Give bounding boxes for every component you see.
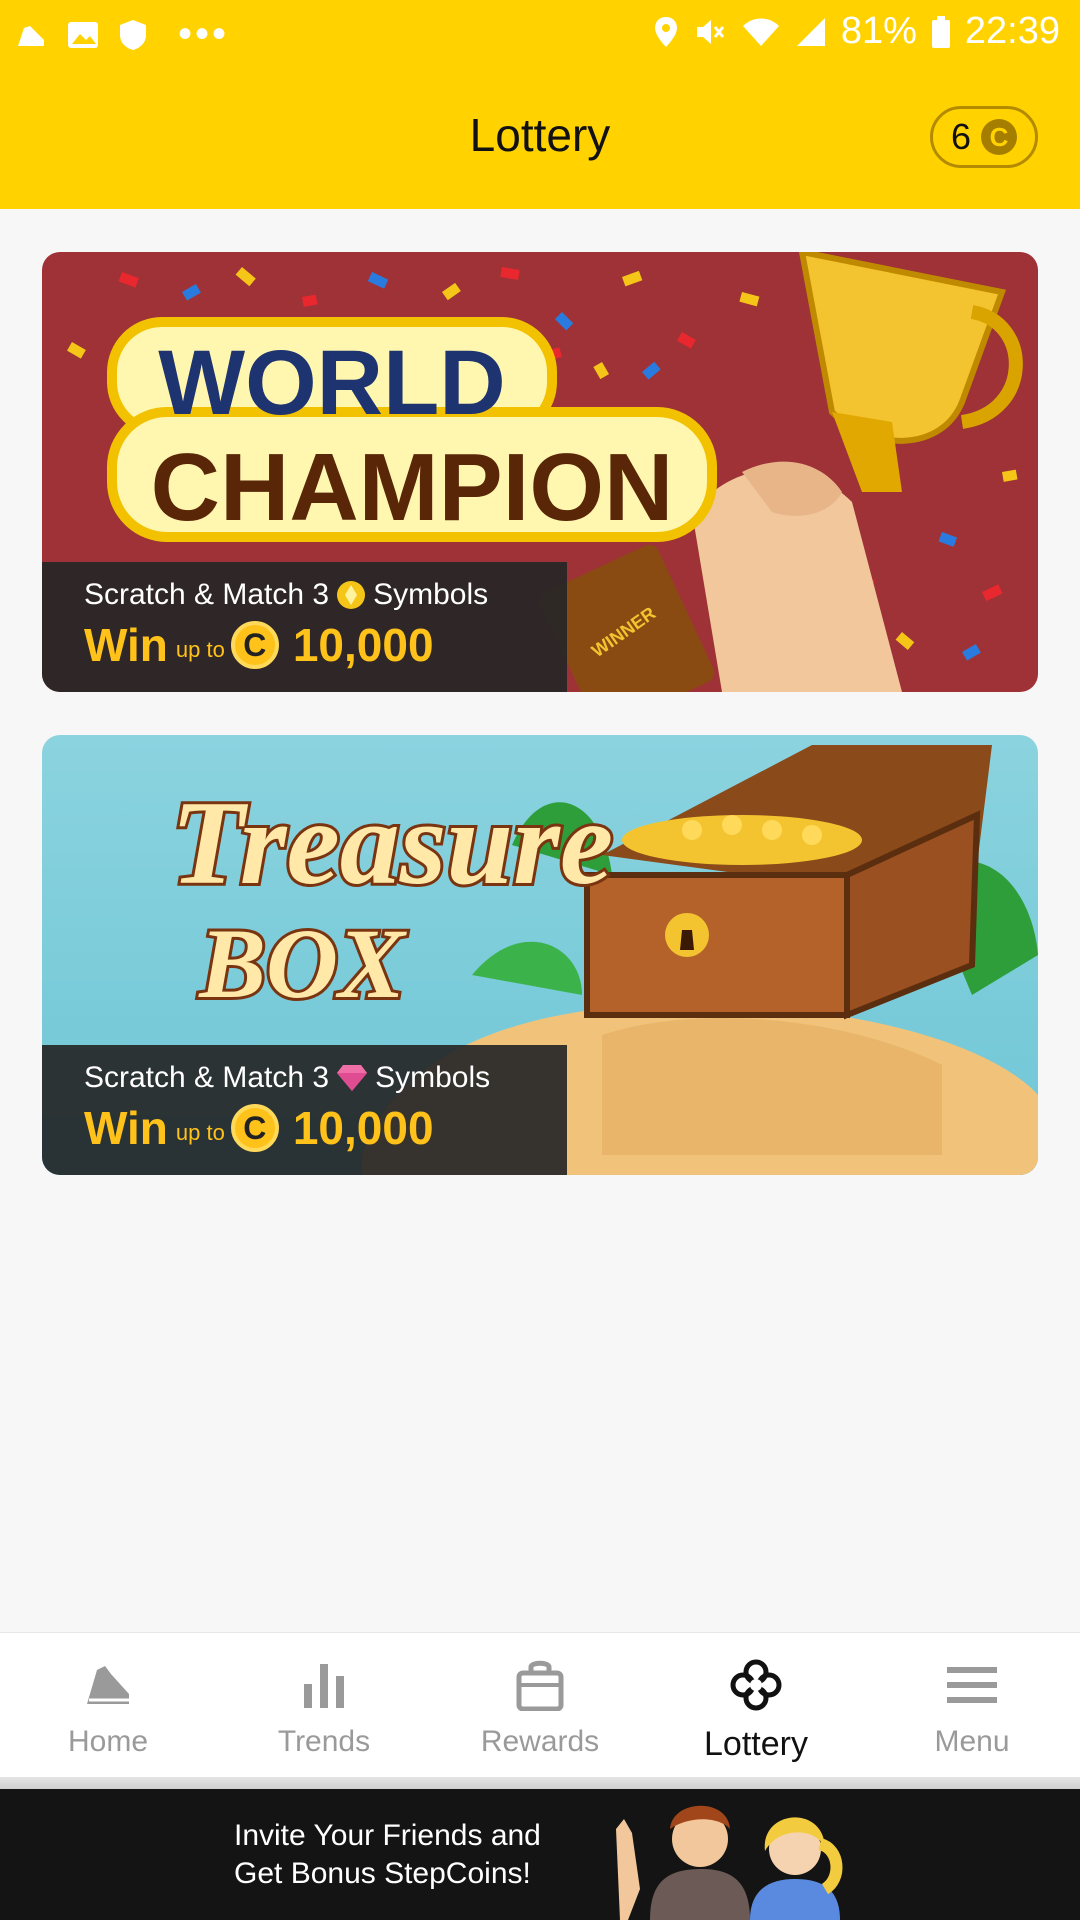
nav-home-label: Home (67, 1725, 149, 1758)
shoe-notification-icon (14, 18, 48, 52)
win-label: Win (84, 1102, 168, 1154)
nav-rewards-label: Rewards (480, 1725, 600, 1758)
more-notifications-icon: ••• (178, 12, 230, 56)
coin-count: 6 (950, 116, 972, 157)
bottom-navigation: Home Trends Rewards Lottery Menu (0, 1632, 1080, 1777)
page-title: Lottery (469, 109, 611, 161)
nav-trends[interactable]: Trends (216, 1633, 432, 1777)
status-bar: ••• 81% 22:39 (0, 0, 1080, 66)
bar-chart-icon (302, 1655, 346, 1715)
prize-amount: 10,000 (292, 619, 434, 671)
shopping-bag-icon (516, 1655, 564, 1715)
friends-illustration (616, 1805, 843, 1920)
up-to-label: up to (175, 637, 225, 662)
battery-icon (931, 15, 951, 49)
card-description-suffix: Symbols (373, 578, 489, 611)
nav-home[interactable]: Home (0, 1633, 216, 1777)
up-to-label: up to (175, 1120, 225, 1145)
battery-percent: 81% (840, 10, 917, 52)
clover-icon (730, 1655, 782, 1715)
location-icon (653, 15, 679, 49)
shoe-icon (83, 1655, 133, 1715)
win-label: Win (84, 619, 168, 671)
nav-lottery[interactable]: Lottery (648, 1633, 864, 1777)
nav-menu-label: Menu (934, 1725, 1010, 1758)
nav-lottery-label: Lottery (704, 1725, 808, 1763)
wifi-icon (741, 16, 781, 48)
hamburger-icon (947, 1655, 997, 1715)
gold-ball-icon (337, 581, 366, 609)
coin-icon: C (981, 119, 1018, 155)
card-description-suffix: Symbols (375, 1061, 491, 1094)
invite-text: Invite Your Friends and Get Bonus StepCo… (234, 1817, 541, 1893)
treasure-box-info: Scratch & Match 3 Symbols Win up to C 10… (42, 1045, 567, 1175)
coin-icon: C (230, 1104, 279, 1152)
coin-icon: C (230, 621, 279, 669)
world-title-text: WORLD (158, 332, 505, 434)
coin-balance[interactable]: 6 C (930, 106, 1038, 168)
image-notification-icon (66, 20, 100, 50)
shield-notification-icon (118, 18, 148, 52)
invite-line-1: Invite Your Friends and (234, 1819, 541, 1852)
prize-amount: 10,000 (292, 1102, 434, 1154)
treasure-title-text: Treasure (171, 776, 613, 909)
treasure-box-card[interactable]: Treasure BOX Scratch & Match 3 Symbols W… (42, 735, 1038, 1175)
nav-rewards[interactable]: Rewards (432, 1633, 648, 1777)
card-description: Scratch & Match 3 (84, 578, 330, 611)
mute-icon (693, 15, 727, 49)
app-header: ••• 81% 22:39 Lottery 6 C (0, 0, 1080, 209)
nav-shadow (0, 1777, 1080, 1789)
clock: 22:39 (964, 10, 1060, 52)
invite-line-2: Get Bonus StepCoins! (234, 1857, 531, 1890)
gem-icon (337, 1065, 368, 1091)
champion-title-text: CHAMPION (151, 434, 674, 541)
invite-banner[interactable]: Invite Your Friends and Get Bonus StepCo… (0, 1789, 1080, 1920)
world-champion-info: Scratch & Match 3 Symbols Win up to C 10… (42, 562, 567, 692)
box-title-text: BOX (198, 908, 407, 1019)
signal-icon (795, 16, 827, 48)
nav-menu[interactable]: Menu (864, 1633, 1080, 1777)
nav-trends-label: Trends (277, 1725, 371, 1758)
card-description: Scratch & Match 3 (84, 1061, 330, 1094)
world-champion-card[interactable]: WINNER WORLD CHAMPION Scratch & Match 3 … (42, 252, 1038, 692)
